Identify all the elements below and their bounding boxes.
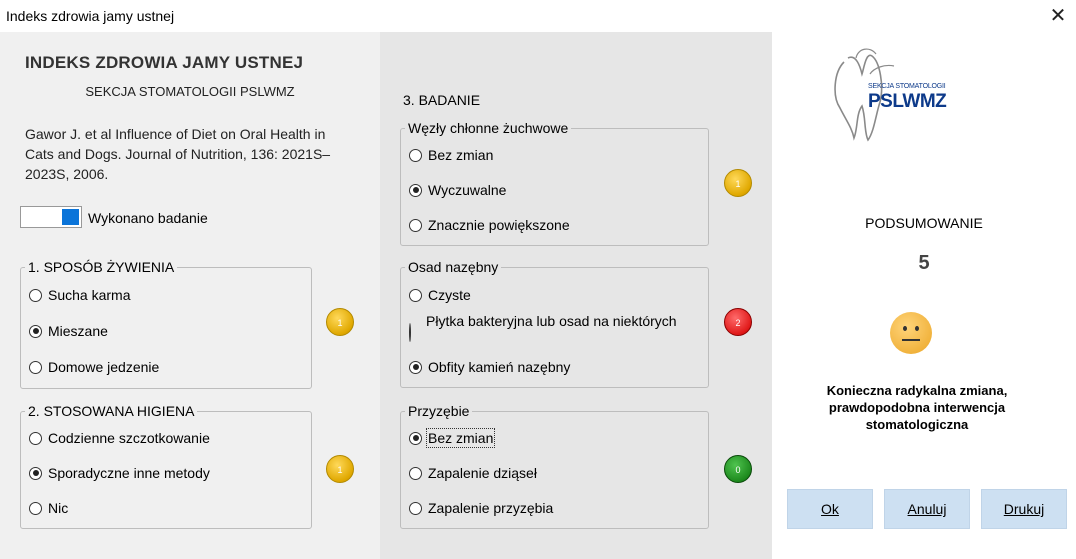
- radio-hygiene-none[interactable]: Nic: [29, 500, 68, 516]
- radio-hygiene-occasional[interactable]: Sporadyczne inne metody: [29, 465, 210, 481]
- section-subtitle: SEKCJA STOMATOLOGII PSLWMZ: [85, 84, 295, 99]
- radio-circle: [29, 324, 42, 338]
- page-title: INDEKS ZDROWIA JAMY USTNEJ: [25, 53, 304, 72]
- plaque-score-badge: 2: [724, 308, 752, 336]
- neutral-face-icon: [890, 312, 932, 354]
- radio-plaque-clean[interactable]: Czyste: [409, 287, 471, 303]
- window-title: Indeks zdrowia jamy ustnej: [6, 8, 175, 24]
- exam-toggle[interactable]: [20, 206, 82, 228]
- radio-circle: [29, 288, 42, 302]
- radio-circle: [409, 431, 422, 445]
- radio-lymph-enlarged[interactable]: Znacznie powiększone: [409, 217, 570, 233]
- radio-circle: [29, 501, 42, 515]
- radio-circle: [409, 183, 422, 197]
- radio-plaque-partial-label: Płytka bakteryjna lub osad na niektórych: [426, 313, 677, 329]
- periodontium-group-legend: Przyzębie: [405, 403, 473, 419]
- eye: [903, 326, 907, 331]
- ok-button[interactable]: Ok: [787, 489, 873, 529]
- radio-circle: [409, 148, 422, 162]
- periodontium-score-badge: 0: [724, 455, 752, 483]
- radio-feeding-mixed[interactable]: Mieszane: [29, 323, 108, 339]
- radio-lymph-palpable[interactable]: Wyczuwalne: [409, 182, 506, 198]
- lymph-group-legend: Węzły chłonne żuchwowe: [405, 120, 572, 136]
- radio-circle: [29, 360, 42, 374]
- cancel-button[interactable]: Anuluj: [884, 489, 970, 529]
- hygiene-group-legend: 2. STOSOWANA HIGIENA: [25, 403, 198, 419]
- radio-circle: [409, 466, 422, 480]
- radio-circle: [29, 466, 42, 480]
- summary-label: PODSUMOWANIE: [865, 215, 983, 231]
- radio-circle: [409, 360, 422, 374]
- print-button[interactable]: Drukuj: [981, 489, 1067, 529]
- lymph-score-badge: 1: [724, 169, 752, 197]
- summary-value: 5: [918, 252, 930, 274]
- toggle-knob: [62, 209, 79, 225]
- mouth: [902, 339, 920, 341]
- radio-circle: [409, 323, 411, 342]
- radio-perio-normal[interactable]: Bez zmian: [409, 428, 496, 448]
- radio-circle: [409, 288, 422, 302]
- pslwmz-logo: SEKCJA STOMATOLOGII PSLWMZ: [826, 44, 966, 144]
- plaque-group-legend: Osad nazębny: [405, 259, 502, 275]
- exam-section-title: 3. BADANIE: [403, 92, 481, 108]
- radio-circle: [409, 218, 422, 232]
- radio-circle: [29, 431, 42, 445]
- radio-plaque-partial[interactable]: [409, 323, 417, 342]
- exam-toggle-label: Wykonano badanie: [88, 210, 208, 226]
- eye: [915, 326, 919, 331]
- feeding-score-badge: 1: [326, 308, 354, 336]
- radio-circle: [409, 501, 422, 515]
- radio-plaque-tartar[interactable]: Obfity kamień nazębny: [409, 359, 570, 375]
- citation-text: Gawor J. et al Influence of Diet on Oral…: [25, 126, 331, 182]
- logo-small-text: SEKCJA STOMATOLOGII: [868, 83, 946, 90]
- radio-feeding-dry[interactable]: Sucha karma: [29, 287, 130, 303]
- radio-perio-gingivitis[interactable]: Zapalenie dziąseł: [409, 465, 537, 481]
- radio-hygiene-daily[interactable]: Codzienne szczotkowanie: [29, 430, 210, 446]
- radio-lymph-normal[interactable]: Bez zmian: [409, 147, 493, 163]
- radio-feeding-home[interactable]: Domowe jedzenie: [29, 359, 159, 375]
- close-icon[interactable]: ✕: [1046, 4, 1070, 28]
- hygiene-score-badge: 1: [326, 455, 354, 483]
- radio-perio-periodontitis[interactable]: Zapalenie przyzębia: [409, 500, 553, 516]
- logo-big-text: PSLWMZ: [868, 91, 947, 112]
- feeding-group-legend: 1. SPOSÓB ŻYWIENIA: [25, 259, 178, 275]
- summary-message: Konieczna radykalna zmiana, prawdopodobn…: [826, 383, 1008, 432]
